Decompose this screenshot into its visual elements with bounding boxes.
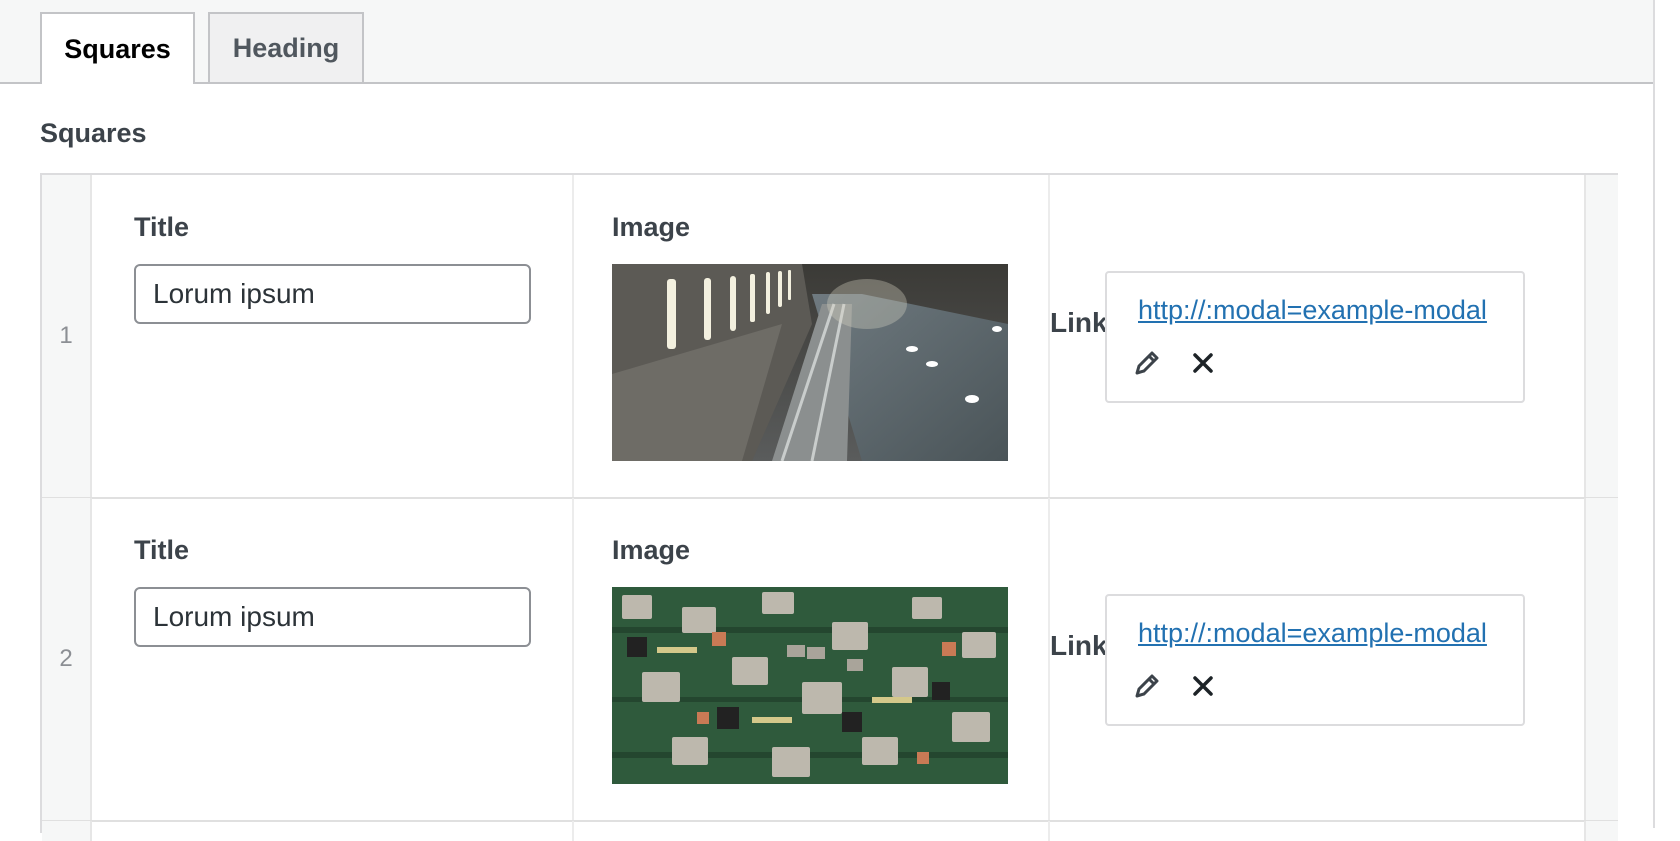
title-input[interactable] <box>134 587 531 647</box>
row-index: 2 <box>59 645 73 672</box>
link-url[interactable]: http://:modal=example-modal <box>1138 295 1487 326</box>
row-actions-handle[interactable] <box>1584 821 1618 841</box>
link-label: Link <box>1050 630 1108 661</box>
panel-edge <box>1653 0 1655 828</box>
repeater-row: 1 Title Image <box>42 175 1618 497</box>
close-icon[interactable] <box>1187 670 1219 702</box>
title-input[interactable] <box>134 264 531 324</box>
image-label: Image <box>612 212 691 242</box>
circuit-board-image[interactable] <box>612 587 1008 784</box>
column-divider <box>572 821 574 841</box>
row-drag-handle[interactable]: 1 <box>42 175 92 497</box>
tab-bar: Squares Heading <box>0 0 1653 84</box>
row-drag-handle[interactable] <box>42 821 92 841</box>
column-divider <box>572 175 574 497</box>
link-field: http://:modal=example-modal <box>1105 594 1525 726</box>
tab-heading[interactable]: Heading <box>208 12 364 82</box>
pencil-icon[interactable] <box>1131 347 1163 379</box>
squares-field-label: Squares <box>40 118 147 148</box>
title-label: Title <box>134 535 190 565</box>
image-label: Image <box>612 535 691 565</box>
row-actions-handle[interactable] <box>1584 175 1618 497</box>
column-divider <box>572 498 574 820</box>
row-actions-handle[interactable] <box>1584 498 1618 820</box>
tab-squares[interactable]: Squares <box>40 12 195 84</box>
close-icon[interactable] <box>1187 347 1219 379</box>
repeater-row <box>42 821 1618 841</box>
industrial-tunnel-image[interactable] <box>612 264 1008 461</box>
row-drag-handle[interactable]: 2 <box>42 498 92 820</box>
title-label: Title <box>134 212 190 242</box>
link-field: http://:modal=example-modal <box>1105 271 1525 403</box>
pencil-icon[interactable] <box>1131 670 1163 702</box>
link-label: Link <box>1050 307 1108 338</box>
link-url[interactable]: http://:modal=example-modal <box>1138 618 1487 649</box>
squares-repeater: 1 Title Image <box>40 173 1618 841</box>
repeater-row: 2 Title Image <box>42 498 1618 820</box>
column-divider <box>1048 821 1050 841</box>
row-index: 1 <box>59 322 73 349</box>
